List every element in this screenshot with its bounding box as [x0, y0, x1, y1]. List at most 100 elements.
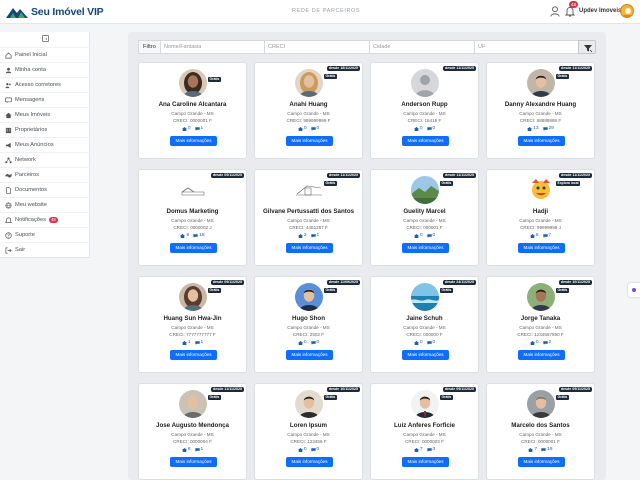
partner-creci: CRECI: 1234567890 F	[517, 332, 564, 337]
more-info-button[interactable]: Mais informações	[286, 457, 333, 467]
partner-name: Gilvane Pertussatti dos Santos	[262, 208, 355, 215]
chat-icon	[426, 447, 432, 452]
uf-filter-input[interactable]	[474, 40, 578, 54]
sidebar-item-8[interactable]: Parceiros	[0, 167, 90, 182]
creci-filter-input[interactable]	[264, 40, 369, 54]
megaphone-icon	[5, 142, 11, 148]
member-since-badge: desde 09/11/2025	[210, 280, 244, 285]
partner-city: Campo Grande - MS	[171, 325, 214, 330]
network-icon	[5, 157, 12, 163]
more-info-button[interactable]: Mais informações	[402, 136, 449, 146]
sidebar-item-10[interactable]: Meu website	[0, 197, 90, 212]
plan-badge: Explora local	[556, 181, 581, 186]
house-icon	[297, 340, 303, 345]
sidebar-item-0[interactable]: Painel Inicial	[0, 47, 90, 62]
brand-logo[interactable]: Seu Imóvel VIP	[6, 4, 104, 20]
user-icon[interactable]	[550, 6, 560, 17]
sidebar-item-3[interactable]: Mensagens	[0, 92, 90, 107]
partner-stats: 02	[487, 340, 594, 345]
sidebar-item-5[interactable]: Proprietários	[0, 122, 90, 137]
partner-creci: CRECI: 88888888 F	[519, 118, 562, 123]
partner-stats: 00	[371, 126, 478, 131]
sidebar-item-12[interactable]: Suporte	[0, 227, 90, 242]
house-icon	[528, 447, 534, 452]
more-info-button[interactable]: Mais informações	[402, 350, 449, 360]
partner-photo	[527, 69, 555, 97]
floating-widget-tab[interactable]	[628, 283, 640, 297]
filter-button[interactable]	[578, 40, 596, 54]
messages-count: 7	[548, 233, 552, 238]
messages-stat: 1	[194, 340, 204, 345]
user-name[interactable]: Updev Imoveis	[579, 8, 621, 14]
sidebar-item-2[interactable]: Acesso corretores	[0, 77, 90, 92]
sidebar-item-6[interactable]: Meus Anúncios	[0, 137, 90, 152]
more-info-button[interactable]: Mais informações	[286, 350, 333, 360]
partner-stats: 73	[371, 447, 478, 452]
sidebar-item-9[interactable]: Documentos	[0, 182, 90, 197]
partner-stats: 00	[255, 126, 362, 131]
chat-icon	[5, 97, 12, 103]
city-filter-input[interactable]	[369, 40, 474, 54]
chat-icon	[542, 126, 548, 131]
sidebar-item-label: Network	[15, 157, 36, 163]
properties-stat: 0	[413, 340, 423, 345]
partner-card: Grátis Ana Caroline Alcantara Campo Grande…	[138, 62, 247, 159]
messages-stat: 1	[194, 126, 203, 131]
properties-stat: 7	[528, 447, 537, 452]
messages-stat: 0	[310, 447, 319, 452]
plan-badge: Grátis	[324, 74, 337, 79]
partner-name: Jose Augusto Mendonça	[156, 422, 229, 429]
partner-stats: 13 29	[487, 126, 594, 131]
collapse-sidebar-icon[interactable]	[42, 35, 49, 42]
partner-card: desde 11/11/2025 Grátis Gilvane Pertussatt…	[254, 169, 363, 266]
more-info-button[interactable]: Mais informações	[286, 136, 333, 146]
house-icon	[181, 447, 187, 452]
more-info-button[interactable]: Mais informações	[518, 243, 565, 253]
partner-city: Campo Grande - MS	[171, 432, 214, 437]
question-icon	[5, 231, 12, 239]
more-info-button[interactable]: Mais informações	[286, 243, 333, 253]
name-filter-input[interactable]	[160, 40, 264, 54]
chat-icon	[542, 340, 548, 345]
properties-stat: 0	[297, 340, 307, 345]
sidebar-item-13[interactable]: Sair	[0, 242, 90, 257]
partner-card: desde 11/11/2025 Grátis Guelity Marcel Camp…	[370, 169, 479, 266]
messages-count: 1	[200, 340, 204, 345]
chat-icon	[426, 340, 432, 345]
messages-stat: 7	[542, 233, 552, 238]
mountain-house-icon	[6, 8, 28, 18]
more-info-button[interactable]: Mais informações	[518, 136, 565, 146]
partner-creci: CRECI: 000001 F	[406, 225, 443, 230]
more-info-button[interactable]: Mais informações	[518, 457, 565, 467]
chat-icon	[542, 233, 548, 238]
sidebar-item-4[interactable]: Meus Imóveis	[0, 107, 90, 122]
partner-creci: CRECI: 0000002 J	[173, 225, 212, 230]
partner-photo	[179, 283, 207, 311]
partner-creci: CRECI: 0000003 F	[405, 439, 444, 444]
user-avatar[interactable]	[620, 4, 634, 18]
sidebar-item-11[interactable]: Notificações 48	[0, 212, 90, 227]
properties-count: 6	[535, 233, 539, 238]
house-icon	[413, 126, 419, 131]
house-icon	[297, 233, 303, 238]
partner-photo	[179, 390, 207, 418]
house-icon	[529, 233, 535, 238]
more-info-button[interactable]: Mais informações	[402, 243, 449, 253]
sidebar-item-label: Minha conta	[15, 67, 46, 73]
partner-photo	[295, 69, 323, 97]
more-info-button[interactable]: Mais informações	[170, 243, 217, 253]
more-info-button[interactable]: Mais informações	[170, 457, 217, 467]
sidebar-item-1[interactable]: Minha conta	[0, 62, 90, 77]
properties-stat: 6	[180, 233, 189, 238]
more-info-button[interactable]: Mais informações	[518, 350, 565, 360]
page-title: REDE DE PARCEIROS	[292, 8, 361, 14]
partner-creci: CRECI: 16419 F	[407, 118, 442, 123]
more-info-button[interactable]: Mais informações	[170, 136, 217, 146]
messages-stat: 16	[541, 447, 553, 452]
plan-badge: Grátis	[440, 288, 453, 293]
more-info-button[interactable]: Mais informações	[170, 350, 217, 360]
more-info-button[interactable]: Mais informações	[402, 457, 449, 467]
member-since-badge: desde 10/11/2025	[558, 280, 592, 285]
sidebar-item-7[interactable]: Network	[0, 152, 90, 167]
document-icon	[5, 186, 12, 194]
